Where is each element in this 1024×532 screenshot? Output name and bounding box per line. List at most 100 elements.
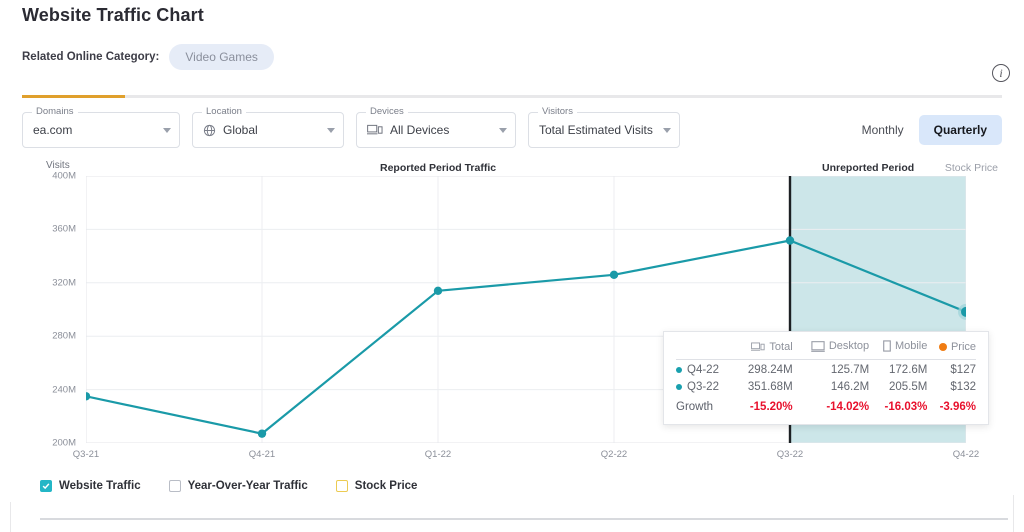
tooltip-col-desktop: Desktop (793, 339, 870, 360)
tab-indicator-track (22, 95, 1002, 98)
data-point (785, 236, 795, 245)
filter-location-legend: Location (202, 106, 246, 117)
x-tick-label: Q3-22 (776, 449, 804, 460)
series-dot-icon (676, 383, 682, 390)
devices-icon (751, 341, 766, 351)
tooltip-cell-total: 298.24M (734, 359, 793, 379)
chart-legend: Website Traffic Year-Over-Year Traffic S… (40, 480, 417, 492)
tooltip-cell-price: $132 (950, 381, 976, 393)
tooltip-col-mobile-label: Mobile (894, 340, 928, 352)
legend-item-yoy-traffic[interactable]: Year-Over-Year Traffic (168, 480, 308, 492)
filter-devices[interactable]: Devices All Devices (356, 106, 516, 148)
x-tick-label: Q4-21 (248, 449, 276, 460)
tooltip-cell-mobile: 205.5M (889, 381, 928, 393)
series-dot-icon (676, 366, 682, 373)
devices-icon (367, 124, 383, 136)
data-point (81, 392, 91, 401)
period-quarterly-button[interactable]: Quarterly (918, 115, 1002, 145)
info-icon[interactable]: i (992, 64, 1010, 82)
tooltip-table: Total Desktop Mobile Price Q4-22 298.24M… (676, 339, 976, 415)
chart-card: Domains ea.com Location Global Devices A… (22, 95, 1002, 515)
filter-visitors-value: Total Estimated Visits (539, 123, 653, 137)
data-tooltip: Total Desktop Mobile Price Q4-22 298.24M… (663, 331, 989, 425)
tooltip-growth-label: Growth (676, 400, 714, 413)
filter-devices-legend: Devices (366, 106, 408, 117)
chart-area: Visits Reported Period Traffic Unreporte… (22, 160, 1002, 480)
filter-location-value: Global (223, 123, 258, 137)
y-tick-label: 200M (52, 437, 76, 449)
tooltip-growth-desktop: -14.02% (826, 400, 870, 413)
related-category-pill[interactable]: Video Games (169, 44, 274, 70)
legend-label: Website Traffic (59, 480, 141, 492)
tooltip-col-price: Price (927, 339, 976, 360)
chevron-down-icon (163, 127, 171, 133)
filter-visitors[interactable]: Visitors Total Estimated Visits (528, 106, 680, 148)
checkbox-stock-price[interactable] (335, 480, 348, 492)
checkbox-website-traffic[interactable] (40, 480, 52, 492)
filter-visitors-legend: Visitors (538, 106, 577, 117)
x-tick-label: Q3-21 (72, 449, 100, 460)
related-category-label: Related Online Category: (22, 51, 160, 63)
data-point (257, 429, 267, 438)
tooltip-growth-price: -3.96% (939, 400, 976, 413)
right-edge-line (1013, 495, 1014, 532)
y-tick-label: 240M (52, 384, 76, 396)
tooltip-row-period-label: Q4-22 (687, 364, 719, 376)
check-icon (42, 483, 50, 490)
phone-icon (883, 340, 891, 352)
data-point (433, 286, 443, 296)
tooltip-row-period: Q3-22 (676, 379, 734, 396)
globe-icon (203, 124, 216, 137)
left-edge-line (10, 502, 11, 532)
data-point (609, 270, 619, 279)
page-title: Website Traffic Chart (22, 5, 204, 25)
tooltip-row-period-label: Q3-22 (687, 381, 719, 393)
legend-item-website-traffic[interactable]: Website Traffic (40, 480, 141, 492)
tooltip-col-total: Total (734, 339, 793, 360)
website-traffic-chart-page: Website Traffic Chart Related Online Cat… (0, 0, 1024, 532)
tooltip-cell-desktop: 146.2M (830, 381, 870, 393)
y-axis-labels: 400M 360M 320M 280M 240M 200M (22, 171, 82, 449)
y-tick-label: 400M (52, 170, 76, 182)
y-tick-label: 320M (52, 277, 76, 289)
filter-domains-value: ea.com (33, 123, 73, 137)
unreported-period-caption: Unreported Period (822, 162, 915, 174)
tooltip-cell-price: $127 (927, 359, 976, 379)
filter-devices-value: All Devices (390, 123, 450, 137)
tooltip-col-mobile: Mobile (869, 339, 927, 360)
y-axis-title: Visits (46, 160, 70, 171)
tooltip-growth-mobile: -16.03% (884, 400, 928, 413)
filter-location[interactable]: Location Global (192, 106, 344, 148)
x-tick-label: Q2-22 (600, 449, 628, 460)
filter-domains-legend: Domains (32, 106, 78, 117)
tooltip-row-period: Q4-22 (676, 359, 734, 379)
x-tick-label: Q1-22 (424, 449, 452, 460)
filter-domains[interactable]: Domains ea.com (22, 106, 180, 148)
orange-dot-icon (938, 343, 947, 351)
table-row: Q3-22 351.68M 146.2M 205.5M $132 (676, 379, 976, 396)
tooltip-col-total-label: Total (769, 340, 793, 353)
period-toggle: Monthly Quarterly (846, 112, 1002, 148)
tooltip-growth-row: Growth -15.20% -14.02% -16.03% -3.96% (676, 396, 976, 416)
tooltip-header-row: Total Desktop Mobile Price (676, 339, 976, 360)
y-tick-label: 280M (52, 330, 76, 342)
period-monthly-button[interactable]: Monthly (847, 115, 919, 145)
tooltip-col-price-label: Price (950, 341, 976, 353)
table-row: Q4-22 298.24M 125.7M 172.6M $127 (676, 359, 976, 379)
chevron-down-icon (663, 127, 671, 133)
chevron-down-icon (327, 127, 335, 133)
checkbox-yoy-traffic[interactable] (168, 480, 181, 492)
tooltip-corner-cell (676, 339, 734, 360)
reported-period-caption: Reported Period Traffic (380, 162, 497, 174)
tab-indicator-active (22, 95, 125, 98)
tooltip-col-desktop-label: Desktop (828, 340, 870, 353)
related-category-row: Related Online Category: Video Games (22, 44, 274, 70)
tooltip-growth-total: -15.20% (749, 400, 793, 413)
monitor-icon (811, 340, 825, 352)
chevron-down-icon (499, 127, 507, 133)
legend-label: Stock Price (354, 480, 418, 492)
y-tick-label: 360M (52, 223, 76, 235)
x-tick-label: Q4-22 (952, 449, 980, 460)
tooltip-cell-total: 351.68M (747, 381, 793, 393)
legend-item-stock-price[interactable]: Stock Price (335, 480, 418, 492)
